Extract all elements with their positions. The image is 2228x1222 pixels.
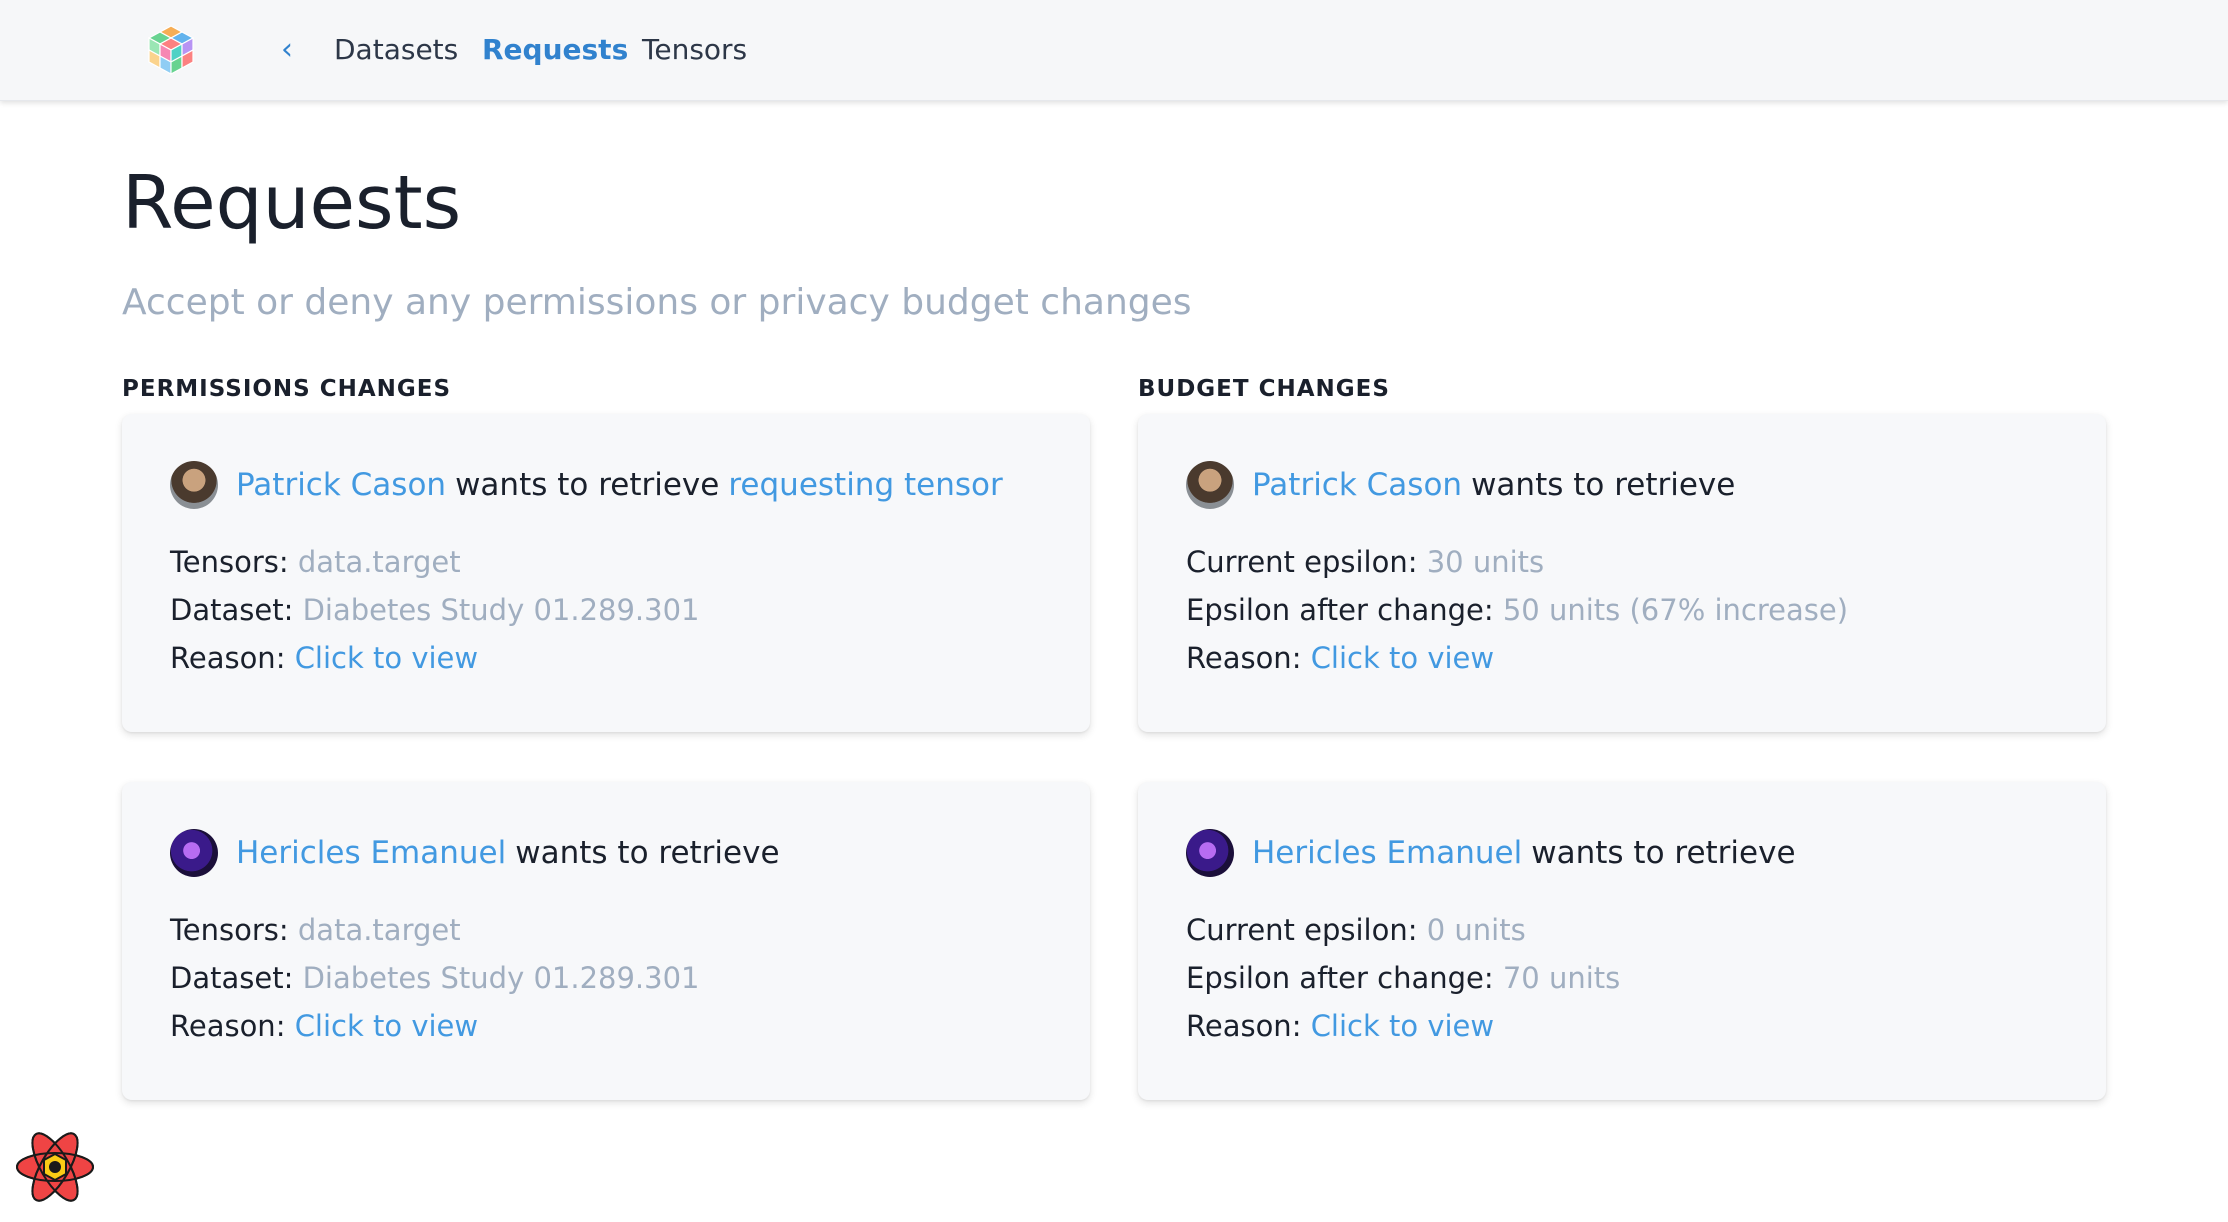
dataset-row: Dataset: Diabetes Study 01.289.301 <box>170 588 700 632</box>
top-navbar: ‹ Datasets Requests Tensors <box>0 0 2228 101</box>
tensors-value: data.target <box>297 545 461 579</box>
nav-link-requests[interactable]: Requests <box>482 30 628 70</box>
nav-link-tensors[interactable]: Tensors <box>642 30 747 70</box>
reason-label: Reason: <box>170 641 286 675</box>
avatar <box>1186 829 1234 877</box>
request-header: Patrick Cason wants to retrieve <box>1186 460 1735 510</box>
dataset-value: Diabetes Study 01.289.301 <box>302 593 700 627</box>
user-link[interactable]: Patrick Cason <box>236 467 446 503</box>
avatar <box>170 461 218 509</box>
dataset-value: Diabetes Study 01.289.301 <box>302 961 700 995</box>
reason-link[interactable]: Click to view <box>1311 641 1494 675</box>
epsilon-after-label: Epsilon after change: <box>1186 593 1494 627</box>
page-subtitle: Accept or deny any permissions or privac… <box>122 282 1192 323</box>
tensors-label: Tensors: <box>170 545 289 579</box>
current-epsilon-row: Current epsilon: 30 units <box>1186 540 1544 584</box>
request-header: Patrick Cason wants to retrieve requesti… <box>170 460 1003 510</box>
epsilon-after-value: 50 units (67% increase) <box>1502 593 1849 627</box>
request-action: wants to retrieve <box>455 467 720 503</box>
avatar <box>1186 461 1234 509</box>
permission-request-card: Patrick Cason wants to retrieve requesti… <box>122 414 1090 732</box>
request-action: wants to retrieve <box>1531 835 1796 871</box>
page-title: Requests <box>122 160 462 246</box>
reason-row: Reason: Click to view <box>1186 636 1494 680</box>
cube-logo-icon[interactable] <box>146 24 196 76</box>
reason-label: Reason: <box>1186 1009 1302 1043</box>
user-link[interactable]: Hericles Emanuel <box>236 835 506 871</box>
current-epsilon-label: Current epsilon: <box>1186 545 1418 579</box>
permissions-heading: PERMISSIONS CHANGES <box>122 376 452 402</box>
user-link[interactable]: Patrick Cason <box>1252 467 1462 503</box>
tensors-value: data.target <box>297 913 461 947</box>
request-header: Hericles Emanuel wants to retrieve <box>170 828 780 878</box>
chevron-left-icon[interactable]: ‹ <box>272 30 302 70</box>
dataset-label: Dataset: <box>170 593 294 627</box>
nav-link-datasets[interactable]: Datasets <box>334 30 458 70</box>
budget-heading: BUDGET CHANGES <box>1138 376 1390 402</box>
current-epsilon-label: Current epsilon: <box>1186 913 1418 947</box>
react-devtools-icon[interactable] <box>14 1128 96 1206</box>
current-epsilon-value: 30 units <box>1426 545 1545 579</box>
reason-row: Reason: Click to view <box>1186 1004 1494 1048</box>
tensors-row: Tensors: data.target <box>170 540 461 584</box>
reason-label: Reason: <box>170 1009 286 1043</box>
budget-request-card: Patrick Cason wants to retrieve Current … <box>1138 414 2106 732</box>
current-epsilon-row: Current epsilon: 0 units <box>1186 908 1526 952</box>
epsilon-after-label: Epsilon after change: <box>1186 961 1494 995</box>
epsilon-after-row: Epsilon after change: 50 units (67% incr… <box>1186 588 1848 632</box>
reason-row: Reason: Click to view <box>170 636 478 680</box>
current-epsilon-value: 0 units <box>1426 913 1526 947</box>
reason-link[interactable]: Click to view <box>295 641 478 675</box>
tensors-row: Tensors: data.target <box>170 908 461 952</box>
requested-tensor-link[interactable]: requesting tensor <box>728 467 1002 503</box>
tensors-label: Tensors: <box>170 913 289 947</box>
reason-label: Reason: <box>1186 641 1302 675</box>
permission-request-card: Hericles Emanuel wants to retrieve Tenso… <box>122 782 1090 1100</box>
epsilon-after-value: 70 units <box>1502 961 1621 995</box>
user-link[interactable]: Hericles Emanuel <box>1252 835 1522 871</box>
reason-link[interactable]: Click to view <box>295 1009 478 1043</box>
reason-row: Reason: Click to view <box>170 1004 478 1048</box>
request-header: Hericles Emanuel wants to retrieve <box>1186 828 1796 878</box>
dataset-row: Dataset: Diabetes Study 01.289.301 <box>170 956 700 1000</box>
budget-request-card: Hericles Emanuel wants to retrieve Curre… <box>1138 782 2106 1100</box>
request-action: wants to retrieve <box>515 835 780 871</box>
request-action: wants to retrieve <box>1471 467 1736 503</box>
avatar <box>170 829 218 877</box>
dataset-label: Dataset: <box>170 961 294 995</box>
epsilon-after-row: Epsilon after change: 70 units <box>1186 956 1620 1000</box>
reason-link[interactable]: Click to view <box>1311 1009 1494 1043</box>
